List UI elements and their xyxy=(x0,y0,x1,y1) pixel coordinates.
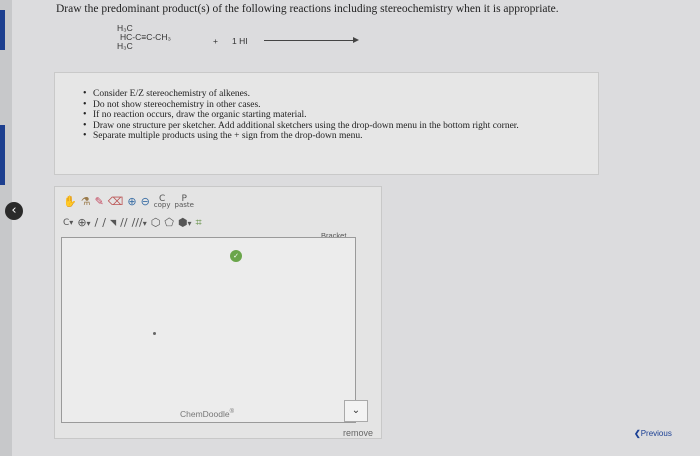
previous-button[interactable]: ❮Previous xyxy=(634,429,672,438)
back-arrow-icon[interactable]: ‹ xyxy=(5,202,23,220)
edge-bar xyxy=(0,10,5,50)
instruction-item: Consider E/Z stereochemistry of alkenes. xyxy=(83,89,598,100)
chevron-down-icon: ▾ xyxy=(187,218,192,228)
chevron-down-icon: ▾ xyxy=(69,218,74,227)
zoom-in-icon[interactable]: ⊕ xyxy=(127,195,136,209)
chevron-down-icon: ⌄ xyxy=(351,405,361,416)
reactant-structure: H₃C HC-C≡C-CH₃ H₃C xyxy=(116,24,171,51)
canvas-dot xyxy=(153,332,156,335)
chevron-down-icon: ▾ xyxy=(142,218,147,228)
add-sketcher-dropdown[interactable]: ⌄ xyxy=(344,400,368,422)
remove-link[interactable]: remove xyxy=(343,428,373,438)
zoom-out-icon[interactable]: ⊖ xyxy=(141,195,150,209)
instruction-item: Draw one structure per sketcher. Add add… xyxy=(83,121,598,132)
copy-button[interactable]: Ccopy xyxy=(153,195,171,209)
copy-label: copy xyxy=(153,201,171,209)
instructions-list: Consider E/Z stereochemistry of alkenes.… xyxy=(55,73,598,142)
triple-bond-icon[interactable]: ///▾ xyxy=(132,216,147,231)
triple-bond-glyph: /// xyxy=(131,215,143,229)
hand-icon[interactable]: ✋ xyxy=(63,195,77,209)
paste-label: paste xyxy=(174,201,194,209)
chevron-left-icon: ❮ xyxy=(634,429,641,438)
pencil-icon[interactable]: ✎ xyxy=(95,195,104,209)
plus-sign: + xyxy=(213,36,218,46)
ring-icon[interactable]: ⬡ xyxy=(151,216,161,230)
edge-bar xyxy=(0,125,5,185)
reagent: 1 HI xyxy=(232,36,248,46)
instruction-item: Do not show stereochemistry in other cas… xyxy=(83,100,598,111)
reaction-equation: H₃C HC-C≡C-CH₃ H₃C + 1 HI xyxy=(116,24,376,64)
question-text: Draw the predominant product(s) of the f… xyxy=(56,3,559,15)
ring-icon[interactable]: ⬠ xyxy=(164,216,174,230)
single-bond-icon[interactable]: / xyxy=(95,216,99,230)
left-edge xyxy=(0,0,12,456)
dashed-bond-icon[interactable]: ∕ xyxy=(102,216,106,230)
ring-tool[interactable]: ⬢▾ xyxy=(178,216,192,231)
drawing-canvas[interactable]: ✓ ChemDoodle® xyxy=(61,237,356,423)
brand-text: ChemDoodle xyxy=(180,409,230,419)
page: ‹ Draw the predominant product(s) of the… xyxy=(0,0,700,456)
wedge-bond-icon[interactable]: ◥ xyxy=(110,216,116,230)
chemdoodle-sketcher: ✋ ⚗ ✎ ⌫ ⊕ ⊖ Ccopy Ppaste C▾ ⊕▾ / ∕ ◥ // … xyxy=(54,186,382,439)
reaction-arrow xyxy=(264,37,359,43)
chemdoodle-logo: ChemDoodle® xyxy=(180,409,234,419)
previous-label: Previous xyxy=(640,429,672,438)
chevron-down-icon: ▾ xyxy=(86,218,91,228)
plus-charge-icon: ⊕ xyxy=(77,215,87,229)
reactant-line: H₃C xyxy=(117,41,133,51)
eraser-icon[interactable]: ⌫ xyxy=(108,195,124,209)
paste-button[interactable]: Ppaste xyxy=(174,195,194,209)
double-bond-icon[interactable]: // xyxy=(120,216,127,230)
instruction-item: If no reaction occurs, draw the organic … xyxy=(83,110,598,121)
check-icon: ✓ xyxy=(230,250,242,262)
toolbar-row-1: ✋ ⚗ ✎ ⌫ ⊕ ⊖ Ccopy Ppaste xyxy=(63,193,194,211)
template-icon[interactable]: ⌗ xyxy=(196,216,202,230)
charge-tool[interactable]: ⊕▾ xyxy=(77,216,90,231)
brand-registered: ® xyxy=(229,409,235,416)
element-selector[interactable]: C▾ xyxy=(63,216,73,230)
instructions-box: Consider E/Z stereochemistry of alkenes.… xyxy=(54,72,599,175)
flask-icon[interactable]: ⚗ xyxy=(81,195,91,209)
toolbar-row-2: C▾ ⊕▾ / ∕ ◥ // ///▾ ⬡ ⬠ ⬢▾ ⌗ xyxy=(63,214,202,232)
instruction-item: Separate multiple products using the + s… xyxy=(83,131,598,142)
